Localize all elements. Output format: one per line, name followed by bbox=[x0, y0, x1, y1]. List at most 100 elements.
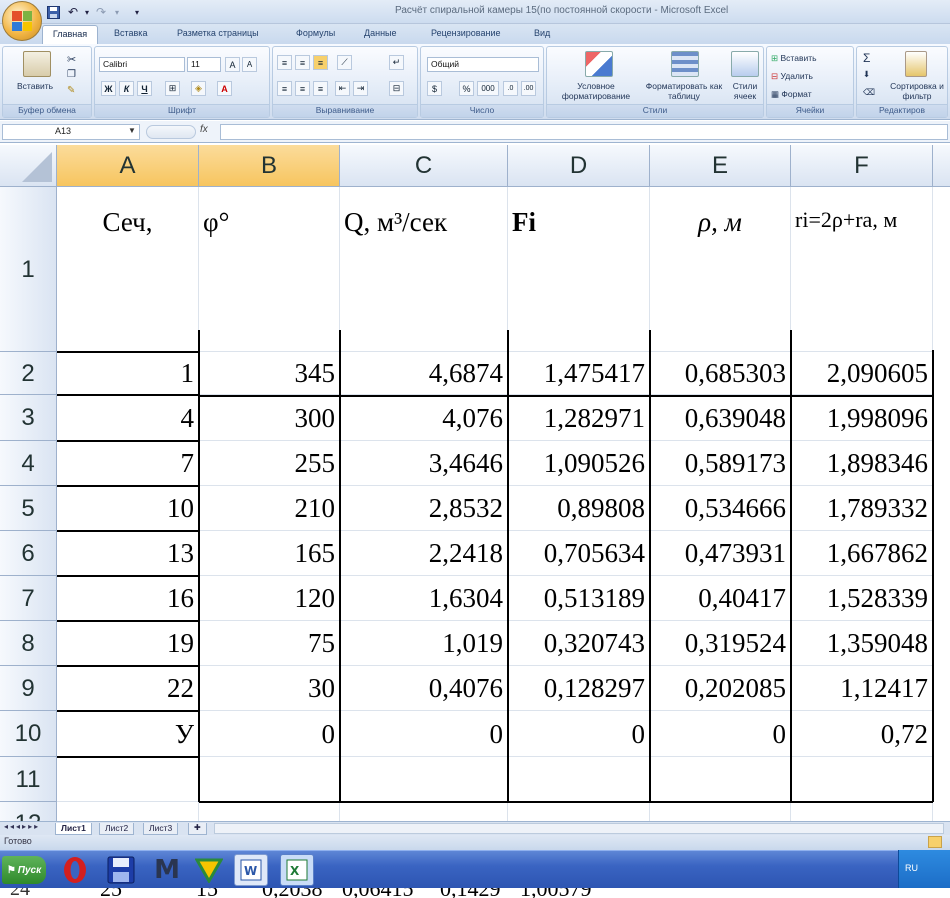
cell-e8[interactable]: 0,319524 bbox=[650, 621, 791, 666]
cell-c6[interactable]: 2,2418 bbox=[340, 531, 508, 576]
cell-d3[interactable]: 1,282971 bbox=[508, 395, 650, 441]
sort-filter-icon[interactable] bbox=[905, 51, 927, 77]
align-middle-icon[interactable]: ≡ bbox=[295, 55, 310, 70]
word-icon[interactable]: W bbox=[234, 854, 268, 886]
cell-b5[interactable]: 210 bbox=[199, 486, 340, 531]
insert-sheet-icon[interactable]: ✚ bbox=[188, 823, 207, 835]
column-header-g[interactable] bbox=[933, 145, 950, 187]
column-header-c[interactable]: C bbox=[340, 145, 508, 187]
cell-f4[interactable]: 1,898346 bbox=[791, 441, 933, 486]
grow-font-icon[interactable]: A bbox=[225, 57, 240, 72]
format-painter-icon[interactable]: ✎ bbox=[67, 85, 75, 96]
cell-e3[interactable]: 0,639048 bbox=[650, 395, 791, 441]
merge-center-icon[interactable]: ⊟ bbox=[389, 81, 404, 96]
tab-home[interactable]: Главная bbox=[42, 25, 98, 45]
cell-a4[interactable]: 7 bbox=[57, 441, 199, 486]
header-cell-a[interactable]: Сеч, bbox=[57, 187, 199, 352]
wrap-text-icon[interactable]: ↵ bbox=[389, 55, 404, 70]
cell-f2[interactable]: 2,090605 bbox=[791, 352, 933, 395]
cell-f6[interactable]: 1,667862 bbox=[791, 531, 933, 576]
shrink-font-icon[interactable]: A bbox=[242, 57, 257, 72]
cell-d7[interactable]: 0,513189 bbox=[508, 576, 650, 621]
decrease-decimal-icon[interactable]: .00 bbox=[521, 81, 536, 96]
row-header-5[interactable]: 5 bbox=[0, 486, 57, 531]
cell-c2[interactable]: 4,6874 bbox=[340, 352, 508, 395]
cell-d2[interactable]: 1,475417 bbox=[508, 352, 650, 395]
format-cells-button[interactable]: ▦ Формат bbox=[771, 89, 812, 100]
cell-b3[interactable]: 300 bbox=[199, 395, 340, 441]
cell-e9[interactable]: 0,202085 bbox=[650, 666, 791, 711]
number-format-combo[interactable]: Общий bbox=[427, 57, 539, 72]
cell-a10[interactable]: У bbox=[57, 711, 199, 757]
row-header-4[interactable]: 4 bbox=[0, 441, 57, 486]
triangle-app-icon[interactable] bbox=[192, 854, 226, 886]
column-header-a[interactable]: A bbox=[57, 145, 199, 187]
italic-button[interactable]: К bbox=[119, 81, 134, 96]
row-header-8[interactable]: 8 bbox=[0, 621, 57, 666]
cell-c8[interactable]: 1,019 bbox=[340, 621, 508, 666]
align-right-icon[interactable]: ≡ bbox=[313, 81, 328, 96]
row-header-7[interactable]: 7 bbox=[0, 576, 57, 621]
align-center-icon[interactable]: ≡ bbox=[295, 81, 310, 96]
tab-page-layout[interactable]: Разметка страницы bbox=[177, 26, 259, 44]
paste-icon[interactable] bbox=[23, 51, 51, 77]
cell-b10[interactable]: 0 bbox=[199, 711, 340, 757]
cell-d8[interactable]: 0,320743 bbox=[508, 621, 650, 666]
cell-d11[interactable] bbox=[508, 757, 650, 802]
cell-c10[interactable]: 0 bbox=[340, 711, 508, 757]
chevron-down-icon[interactable]: ▼ bbox=[128, 126, 136, 135]
row-header-2[interactable]: 2 bbox=[0, 352, 57, 395]
cell-a9[interactable]: 22 bbox=[57, 666, 199, 711]
cell-b11[interactable] bbox=[199, 757, 340, 802]
font-color-icon[interactable]: A bbox=[217, 81, 232, 96]
sheet-nav-arrows-icon[interactable]: ◂◂◂▸▸▸ bbox=[4, 822, 40, 831]
row-header-6[interactable]: 6 bbox=[0, 531, 57, 576]
row-header-11[interactable]: 11 bbox=[0, 757, 57, 802]
cell-styles-icon[interactable] bbox=[731, 51, 759, 77]
header-cell-c[interactable]: Q, м³/сек bbox=[340, 187, 508, 352]
cell-f5[interactable]: 1,789332 bbox=[791, 486, 933, 531]
customize-qat-icon[interactable]: ▾ bbox=[128, 3, 146, 21]
cell-c4[interactable]: 3,4646 bbox=[340, 441, 508, 486]
normal-view-icon[interactable] bbox=[928, 836, 942, 848]
cell-a2[interactable]: 1 bbox=[57, 352, 199, 395]
tab-formulas[interactable]: Формулы bbox=[296, 26, 335, 44]
row-header-3[interactable]: 3 bbox=[0, 395, 57, 441]
formula-bar-resizer[interactable] bbox=[146, 125, 196, 139]
autosum-icon[interactable]: Σ bbox=[863, 51, 870, 65]
header-cell-b[interactable]: φ° bbox=[199, 187, 340, 352]
tab-data[interactable]: Данные bbox=[364, 26, 397, 44]
row-header-12[interactable]: 12 bbox=[0, 802, 57, 821]
cell-b4[interactable]: 255 bbox=[199, 441, 340, 486]
floppy-save-icon[interactable] bbox=[104, 854, 138, 886]
tab-insert[interactable]: Вставка bbox=[114, 26, 147, 44]
cell-b9[interactable]: 30 bbox=[199, 666, 340, 711]
insert-cells-button[interactable]: ⊞ Вставить bbox=[771, 53, 817, 64]
increase-indent-icon[interactable]: ⇥ bbox=[353, 81, 368, 96]
cell-b12[interactable] bbox=[199, 802, 340, 821]
format-as-table-icon[interactable] bbox=[671, 51, 699, 77]
column-header-d[interactable]: D bbox=[508, 145, 650, 187]
cell-a11[interactable] bbox=[57, 757, 199, 802]
cell-f3[interactable]: 1,998096 bbox=[791, 395, 933, 441]
cell-e11[interactable] bbox=[650, 757, 791, 802]
name-box[interactable]: A13 bbox=[2, 124, 140, 140]
cell-e2[interactable]: 0,685303 bbox=[650, 352, 791, 395]
paste-button[interactable]: Вставить bbox=[17, 81, 53, 91]
fill-color-icon[interactable]: ◈ bbox=[191, 81, 206, 96]
cell-d12[interactable] bbox=[508, 802, 650, 821]
cell-c12[interactable] bbox=[340, 802, 508, 821]
cell-d10[interactable]: 0 bbox=[508, 711, 650, 757]
worksheet-grid[interactable]: ABCDEF 1234567891011121314 Сеч,φ°Q, м³/с… bbox=[0, 145, 950, 821]
cell-a5[interactable]: 10 bbox=[57, 486, 199, 531]
decrease-indent-icon[interactable]: ⇤ bbox=[335, 81, 350, 96]
cell-e10[interactable]: 0 bbox=[650, 711, 791, 757]
cell-d6[interactable]: 0,705634 bbox=[508, 531, 650, 576]
column-header-b[interactable]: B bbox=[199, 145, 340, 187]
cell-c3[interactable]: 4,076 bbox=[340, 395, 508, 441]
tab-review[interactable]: Рецензирование bbox=[431, 26, 501, 44]
font-name-combo[interactable]: Calibri bbox=[99, 57, 185, 72]
opera-icon[interactable] bbox=[58, 854, 92, 886]
cell-a6[interactable]: 13 bbox=[57, 531, 199, 576]
cell-b7[interactable]: 120 bbox=[199, 576, 340, 621]
